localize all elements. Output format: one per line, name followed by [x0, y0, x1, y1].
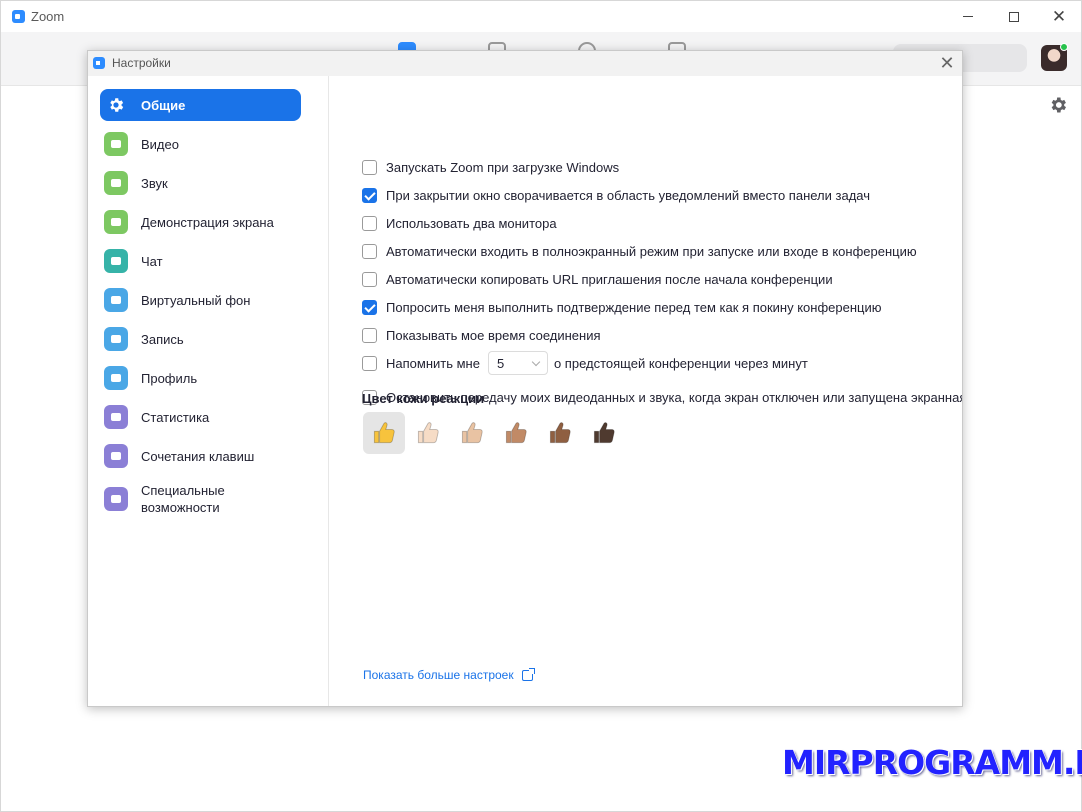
skin-tone-option[interactable] — [539, 412, 581, 454]
settings-dialog: Настройки ✕ Общие Видео Звук Демонстрация э… — [87, 50, 963, 707]
skin-tone-option[interactable] — [583, 412, 625, 454]
show-more-settings-link[interactable]: Показать больше настроек — [363, 667, 535, 682]
skin-tone-picker — [363, 412, 627, 454]
close-icon: ✕ — [1051, 7, 1067, 26]
main-titlebar: Zoom ✕ — [1, 1, 1081, 32]
option-checkbox[interactable] — [362, 299, 377, 315]
option-label: Попросить меня выполнить подтверждение п… — [386, 299, 882, 315]
close-button[interactable]: ✕ — [1036, 1, 1082, 32]
share-screen-icon — [104, 210, 128, 234]
gear-icon — [104, 93, 128, 117]
thumbs-up-icon — [461, 422, 483, 444]
sidebar-item-statistics[interactable]: Статистика — [100, 401, 301, 433]
sidebar-item-label: Видео — [141, 136, 179, 152]
maximize-button[interactable] — [991, 1, 1037, 32]
thumbs-up-icon — [373, 422, 395, 444]
sidebar-item-keyboard[interactable]: Сочетания клавиш — [100, 440, 301, 472]
zoom-logo-icon — [12, 10, 25, 23]
virtual-background-icon — [104, 288, 128, 312]
record-icon — [104, 327, 128, 351]
chevron-down-icon — [531, 357, 541, 367]
sidebar-item-gear[interactable]: Общие — [100, 89, 301, 121]
skin-tone-option[interactable] — [495, 412, 537, 454]
reminder-label-after: о предстоящей конференции через минут — [553, 355, 808, 371]
option-label: Автоматически входить в полноэкранный ре… — [386, 243, 917, 259]
reminder-minutes-select[interactable]: 5 — [487, 351, 548, 375]
general-option[interactable]: Автоматически копировать URL приглашения… — [362, 270, 833, 288]
sidebar-item-label: Специальные возможности — [141, 483, 225, 515]
settings-gear-icon[interactable] — [1048, 95, 1068, 115]
skin-tone-option[interactable] — [451, 412, 493, 454]
option-checkbox[interactable] — [362, 159, 377, 175]
thumbs-up-icon — [417, 422, 439, 444]
thumbs-up-icon — [505, 422, 527, 444]
sidebar-item-record[interactable]: Запись — [100, 323, 301, 355]
sidebar-item-chat[interactable]: Чат — [100, 245, 301, 277]
sidebar-item-accessibility[interactable]: Специальные возможности — [100, 479, 301, 519]
accessibility-icon — [104, 487, 128, 511]
reminder-checkbox[interactable] — [362, 355, 377, 371]
sidebar-item-headphones[interactable]: Звук — [100, 167, 301, 199]
minimize-icon — [963, 16, 973, 17]
headphones-icon — [104, 171, 128, 195]
sidebar-item-video[interactable]: Видео — [100, 128, 301, 160]
external-link-icon — [521, 667, 535, 681]
statistics-icon — [104, 405, 128, 429]
dialog-title: Настройки — [112, 56, 171, 70]
thumbs-up-icon — [593, 422, 615, 444]
general-option[interactable]: Запускать Zoom при загрузке Windows — [362, 158, 619, 176]
sidebar-item-label: Профиль — [141, 370, 198, 386]
sidebar-item-label: Чат — [141, 253, 163, 269]
dialog-close-button[interactable]: ✕ — [936, 53, 958, 75]
minimize-button[interactable] — [945, 1, 991, 32]
option-checkbox[interactable] — [362, 327, 377, 343]
option-checkbox[interactable] — [362, 187, 377, 203]
chat-icon — [104, 249, 128, 273]
general-option[interactable]: Использовать два монитора — [362, 214, 557, 232]
sidebar-item-label: Демонстрация экрана — [141, 214, 274, 230]
option-label: Использовать два монитора — [386, 215, 557, 231]
app-title: Zoom — [31, 9, 65, 24]
reminder-minutes-value: 5 — [496, 355, 505, 371]
option-label: Автоматически копировать URL приглашения… — [386, 271, 833, 287]
sidebar-item-label: Виртуальный фон — [141, 292, 251, 308]
general-option[interactable]: При закрытии окно сворачивается в област… — [362, 186, 870, 204]
video-icon — [104, 132, 128, 156]
skin-tone-option[interactable] — [363, 412, 405, 454]
sidebar-item-label: Общие — [141, 97, 186, 113]
sidebar-item-profile[interactable]: Профиль — [100, 362, 301, 394]
option-label: Запускать Zoom при загрузке Windows — [386, 159, 620, 175]
general-option[interactable]: Автоматически входить в полноэкранный ре… — [362, 242, 917, 260]
general-option[interactable]: Попросить меня выполнить подтверждение п… — [362, 298, 881, 316]
settings-sidebar: Общие Видео Звук Демонстрация экрана Чат Вирт… — [88, 76, 329, 706]
profile-icon — [104, 366, 128, 390]
maximize-icon — [1009, 11, 1019, 22]
sidebar-item-label: Сочетания клавиш — [141, 448, 255, 464]
sidebar-item-virtual-background[interactable]: Виртуальный фон — [100, 284, 301, 316]
reminder-option[interactable]: Напомнить мне 5 о предстоящей конференци… — [362, 351, 808, 375]
option-label: Показывать мое время соединения — [386, 327, 601, 343]
sidebar-item-label: Запись — [141, 331, 184, 347]
reminder-label-before: Напомнить мне — [386, 355, 480, 371]
option-checkbox[interactable] — [362, 215, 377, 231]
status-online-icon — [1060, 43, 1068, 51]
dialog-titlebar: Настройки ✕ — [88, 51, 962, 76]
general-option[interactable]: Показывать мое время соединения — [362, 326, 601, 344]
thumbs-up-icon — [549, 422, 571, 444]
option-checkbox[interactable] — [362, 243, 377, 259]
close-icon: ✕ — [939, 53, 955, 73]
option-label: При закрытии окно сворачивается в област… — [386, 187, 871, 203]
zoom-logo-icon — [93, 57, 105, 69]
watermark: MIRPROGRAMM.RU — [782, 743, 1082, 782]
settings-content: Запускать Zoom при загрузке Windows При з… — [330, 76, 962, 706]
sidebar-item-label: Статистика — [141, 409, 210, 425]
sidebar-item-share-screen[interactable]: Демонстрация экрана — [100, 206, 301, 238]
skin-tone-title: Цвет кожи реакции — [362, 391, 485, 406]
option-checkbox[interactable] — [362, 271, 377, 287]
show-more-settings-label: Показать больше настроек — [363, 668, 514, 682]
keyboard-icon — [104, 444, 128, 468]
skin-tone-option[interactable] — [407, 412, 449, 454]
sidebar-item-label: Звук — [141, 175, 168, 191]
